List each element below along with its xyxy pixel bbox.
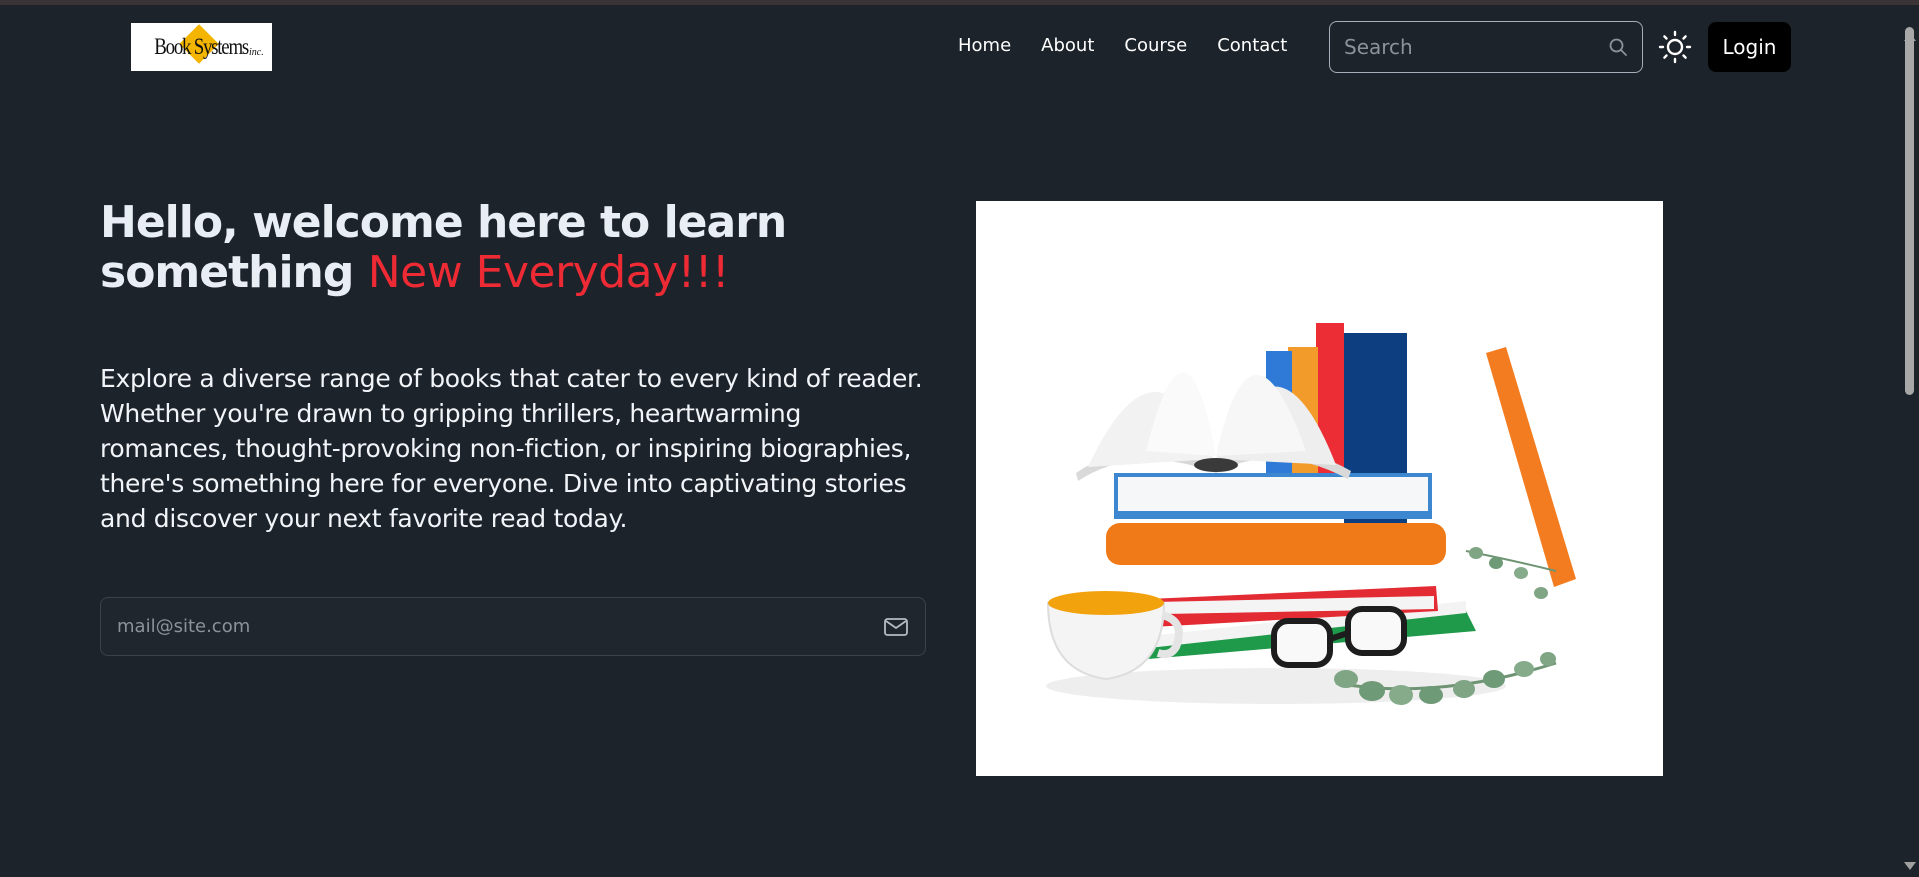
nav-item-course[interactable]: Course xyxy=(1124,35,1187,56)
headline-line-2-prefix: something xyxy=(100,247,354,298)
search-box xyxy=(1329,21,1643,73)
search-input[interactable] xyxy=(1344,35,1608,59)
search-icon[interactable] xyxy=(1608,37,1628,57)
headline-line-1: Hello, welcome here to learn xyxy=(100,197,787,248)
window-top-strip xyxy=(0,0,1919,5)
main-nav: Home About Course Contact xyxy=(958,35,1317,56)
headline-accent: New Everyday!!! xyxy=(367,247,730,298)
mail-icon xyxy=(884,617,908,636)
nav-item-contact[interactable]: Contact xyxy=(1217,35,1287,56)
brand-logo[interactable]: Book Systems inc. xyxy=(131,23,272,71)
email-box xyxy=(100,597,926,656)
sun-icon[interactable] xyxy=(1658,30,1692,64)
nav-item-about[interactable]: About xyxy=(1041,35,1094,56)
scroll-down-arrow-icon[interactable] xyxy=(1904,862,1916,870)
logo-suffix: inc. xyxy=(249,47,264,58)
page-scrollbar[interactable] xyxy=(1900,5,1919,877)
books-illustration xyxy=(976,201,1663,776)
hero-description: Explore a diverse range of books that ca… xyxy=(100,364,923,533)
logo-text: Book Systems xyxy=(154,34,250,59)
email-input[interactable] xyxy=(117,616,883,637)
login-button[interactable]: Login xyxy=(1708,22,1791,72)
hero-headline: Hello, welcome here to learn something N… xyxy=(100,198,920,298)
scroll-thumb[interactable] xyxy=(1905,27,1914,395)
nav-item-home[interactable]: Home xyxy=(958,35,1011,56)
